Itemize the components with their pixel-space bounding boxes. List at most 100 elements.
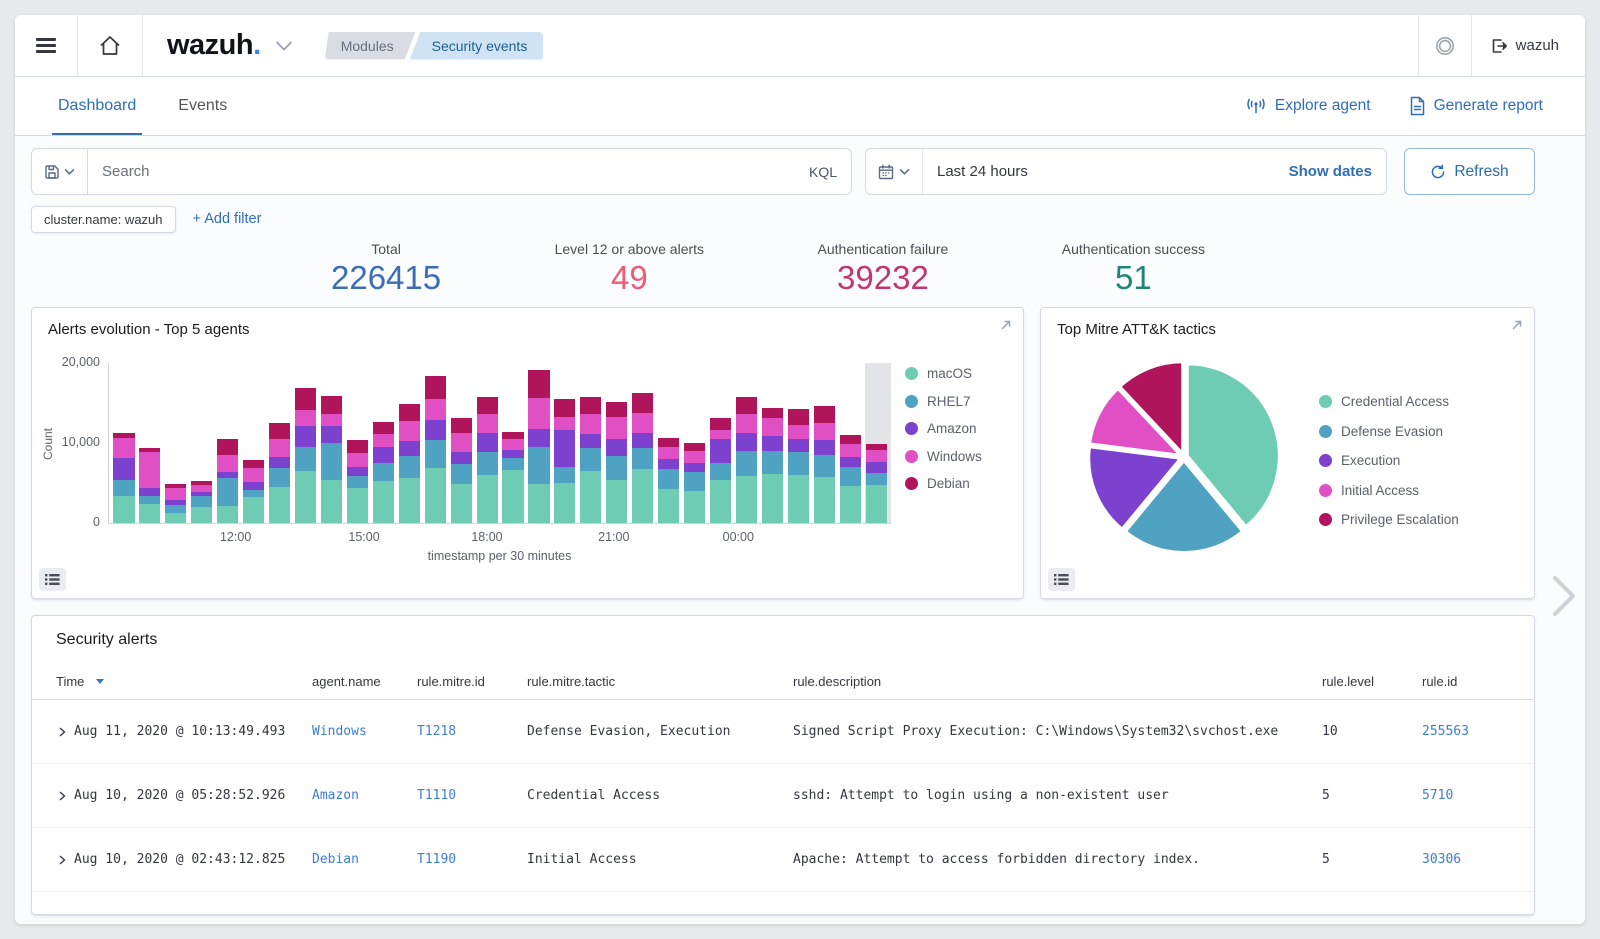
bar-21[interactable] bbox=[658, 363, 679, 523]
health-indicator-button[interactable] bbox=[1419, 15, 1471, 77]
stat-value[interactable]: 39232 bbox=[818, 259, 949, 297]
bar-5[interactable] bbox=[243, 363, 264, 523]
column-header-rule-level[interactable]: rule.level bbox=[1322, 674, 1422, 689]
cell-rule-id[interactable]: 30306 bbox=[1422, 852, 1534, 867]
legend-toggle-button[interactable] bbox=[1048, 568, 1075, 591]
bar-11[interactable] bbox=[399, 363, 420, 523]
bar-28[interactable] bbox=[840, 363, 861, 523]
stat-total: Total 226415 bbox=[331, 241, 441, 303]
stat-value[interactable]: 226415 bbox=[331, 259, 441, 297]
bar-8[interactable] bbox=[321, 363, 342, 523]
filter-pill-cluster-name[interactable]: cluster.name: wazuh bbox=[31, 206, 176, 233]
legend-item-macos[interactable]: macOS bbox=[905, 366, 1013, 381]
home-button[interactable] bbox=[78, 15, 142, 77]
explore-agent-button[interactable]: Explore agent bbox=[1245, 97, 1371, 115]
generate-report-button[interactable]: Generate report bbox=[1409, 96, 1543, 116]
bar-13[interactable] bbox=[451, 363, 472, 523]
legend-toggle-button[interactable] bbox=[39, 568, 66, 591]
cell-agent-name[interactable]: Windows bbox=[312, 724, 417, 739]
cell-mitre-id[interactable]: T1190 bbox=[417, 852, 527, 867]
kql-toggle[interactable]: KQL bbox=[795, 164, 851, 180]
bar-3[interactable] bbox=[191, 363, 212, 523]
bar-15[interactable] bbox=[502, 363, 523, 523]
bar-7[interactable] bbox=[295, 363, 316, 523]
legend-item-execution[interactable]: Execution bbox=[1319, 453, 1459, 468]
date-quick-select-button[interactable] bbox=[866, 149, 923, 194]
time-range-value[interactable]: Last 24 hours bbox=[923, 163, 1275, 180]
bar-29[interactable] bbox=[866, 363, 887, 523]
stat-value[interactable]: 51 bbox=[1062, 259, 1205, 297]
cell-mitre-id[interactable]: T1218 bbox=[417, 724, 527, 739]
row-expand-icon[interactable] bbox=[56, 726, 68, 738]
column-header-time[interactable]: Time bbox=[56, 674, 312, 689]
column-header-agent-name[interactable]: agent.name bbox=[312, 674, 417, 689]
x-tick: 12:00 bbox=[220, 530, 251, 544]
stat-value[interactable]: 49 bbox=[555, 259, 704, 297]
bar-6[interactable] bbox=[269, 363, 290, 523]
sort-desc-icon bbox=[96, 679, 104, 684]
chevron-down-icon bbox=[899, 168, 910, 176]
legend-item-privilege-escalation[interactable]: Privilege Escalation bbox=[1319, 512, 1459, 527]
bar-1[interactable] bbox=[139, 363, 160, 523]
user-session-button[interactable]: wazuh bbox=[1472, 37, 1585, 55]
bar-4[interactable] bbox=[217, 363, 238, 523]
legend-label: Defense Evasion bbox=[1341, 424, 1443, 439]
bar-26[interactable] bbox=[788, 363, 809, 523]
column-header-rule-mitre-tactic[interactable]: rule.mitre.tactic bbox=[527, 674, 793, 689]
tab-dashboard[interactable]: Dashboard bbox=[58, 77, 136, 135]
bar-16[interactable] bbox=[528, 363, 549, 523]
bar-22[interactable] bbox=[684, 363, 705, 523]
tab-events[interactable]: Events bbox=[178, 77, 227, 135]
column-header-rule-id[interactable]: rule.id bbox=[1422, 674, 1534, 689]
bar-27[interactable] bbox=[814, 363, 835, 523]
y-tick: 10,000 bbox=[62, 435, 100, 449]
cell-mitre-id[interactable]: T1110 bbox=[417, 788, 527, 803]
row-expand-icon[interactable] bbox=[56, 790, 68, 802]
bar-24[interactable] bbox=[736, 363, 757, 523]
cell-rule-id[interactable]: 255563 bbox=[1422, 724, 1534, 739]
show-dates-button[interactable]: Show dates bbox=[1275, 163, 1386, 180]
app-logo[interactable]: wazuh. bbox=[143, 29, 303, 62]
cell-agent-name[interactable]: Amazon bbox=[312, 788, 417, 803]
saved-query-menu-button[interactable] bbox=[31, 148, 88, 195]
legend-item-initial-access[interactable]: Initial Access bbox=[1319, 483, 1459, 498]
bar-18[interactable] bbox=[580, 363, 601, 523]
mitre-tactics-panel: Top Mitre ATT&K tactics Credential Acces… bbox=[1040, 307, 1535, 599]
bar-25[interactable] bbox=[762, 363, 783, 523]
cell-rule-id[interactable]: 5710 bbox=[1422, 788, 1534, 803]
breadcrumb-modules[interactable]: Modules bbox=[325, 32, 416, 60]
bar-9[interactable] bbox=[347, 363, 368, 523]
refresh-button[interactable]: Refresh bbox=[1404, 148, 1535, 195]
column-header-rule-description[interactable]: rule.description bbox=[793, 674, 1322, 689]
bar-12[interactable] bbox=[425, 363, 446, 523]
bar-plot bbox=[108, 363, 891, 524]
bar-2[interactable] bbox=[165, 363, 186, 523]
bar-20[interactable] bbox=[632, 363, 653, 523]
bar-10[interactable] bbox=[373, 363, 394, 523]
legend-item-defense-evasion[interactable]: Defense Evasion bbox=[1319, 424, 1459, 439]
legend-dot bbox=[905, 422, 918, 435]
legend-item-amazon[interactable]: Amazon bbox=[905, 421, 1013, 436]
menu-button[interactable] bbox=[15, 15, 77, 77]
bar-0[interactable] bbox=[113, 363, 134, 523]
cell-mitre-tactic: Initial Access bbox=[527, 852, 793, 867]
bar-23[interactable] bbox=[710, 363, 731, 523]
cell-agent-name[interactable]: Debian bbox=[312, 852, 417, 867]
bar-17[interactable] bbox=[554, 363, 575, 523]
legend-item-debian[interactable]: Debian bbox=[905, 476, 1013, 491]
bar-14[interactable] bbox=[477, 363, 498, 523]
expand-panel-icon[interactable] bbox=[1510, 318, 1524, 332]
bar-19[interactable] bbox=[606, 363, 627, 523]
search-input[interactable] bbox=[88, 163, 795, 180]
carousel-next-button[interactable] bbox=[1551, 574, 1577, 618]
legend-item-windows[interactable]: Windows bbox=[905, 449, 1013, 464]
legend-dot bbox=[905, 477, 918, 490]
legend-item-credential-access[interactable]: Credential Access bbox=[1319, 394, 1459, 409]
column-header-rule-mitre-id[interactable]: rule.mitre.id bbox=[417, 674, 527, 689]
expand-panel-icon[interactable] bbox=[999, 318, 1013, 332]
legend-dot bbox=[1319, 484, 1332, 497]
user-name: wazuh bbox=[1516, 37, 1559, 54]
row-expand-icon[interactable] bbox=[56, 854, 68, 866]
add-filter-button[interactable]: + Add filter bbox=[193, 211, 262, 227]
legend-item-rhel7[interactable]: RHEL7 bbox=[905, 394, 1013, 409]
